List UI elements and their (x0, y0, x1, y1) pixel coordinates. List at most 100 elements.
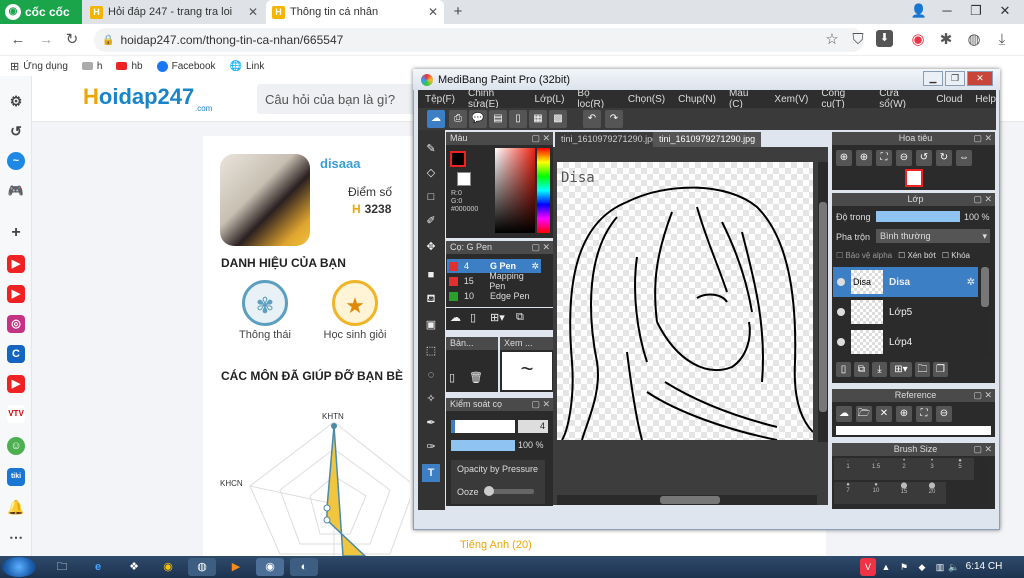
download-app-icon[interactable]: ⬇ (876, 30, 893, 47)
c-app-icon[interactable]: C (7, 345, 25, 363)
flip-icon[interactable]: ⇔ (956, 150, 972, 166)
brush-size-cell[interactable]: ● 5 (946, 458, 974, 480)
add-layer-menu-icon[interactable]: ⊞▾ (890, 362, 912, 377)
new-file-icon[interactable]: ⎙ (449, 110, 467, 128)
menu-color[interactable]: Màu (C) (729, 88, 761, 110)
menu-snap[interactable]: Chụp(N) (678, 94, 716, 105)
rotate-right-icon[interactable]: ↻ (936, 150, 952, 166)
youtube-icon[interactable]: ▶ (7, 255, 25, 273)
comment-icon[interactable]: ▤ (489, 110, 507, 128)
panel-close-icon[interactable]: ▢ ✕ (531, 398, 550, 411)
visibility-eye-icon[interactable] (837, 338, 845, 346)
profile-icon[interactable]: 👤 (904, 0, 934, 22)
select-pen-tool-icon[interactable]: ✒ (422, 414, 440, 432)
brush-cloud-icon[interactable]: ☁ (450, 311, 466, 327)
saturation-picker[interactable] (495, 148, 535, 233)
bookmark-h[interactable]: h (81, 61, 102, 72)
brush-size-cell[interactable]: · 1 (834, 458, 862, 480)
menu-window[interactable]: Cửa sổ(W) (879, 88, 923, 110)
ooze-slider[interactable] (484, 486, 534, 496)
more-icon[interactable]: ⋯ (7, 528, 25, 546)
lock-checkbox[interactable]: ☐ Khóa (942, 251, 970, 260)
eraser-tool-icon[interactable]: ◇ (422, 164, 440, 182)
tile-icon[interactable]: ▩ (549, 110, 567, 128)
taskbar-chrome-icon[interactable]: ◉ (154, 558, 182, 576)
back-icon[interactable]: ← (8, 30, 28, 50)
canvas-hscroll-thumb[interactable] (660, 496, 720, 504)
panel-close-icon[interactable]: ▢ ✕ (973, 193, 992, 206)
cloud-icon[interactable]: ☁ (836, 406, 852, 422)
grid-icon[interactable]: ▦ (529, 110, 547, 128)
taskbar-explorer-icon[interactable]: 🗀 (48, 558, 76, 576)
brush-copy-icon[interactable]: ⧉ (516, 311, 532, 327)
chat-icon[interactable]: 💬 (469, 110, 487, 128)
gradient-tool-icon[interactable]: ▣ (422, 316, 440, 334)
brush-add-menu-icon[interactable]: ⊞▾ (490, 311, 512, 327)
visibility-eye-icon[interactable] (837, 308, 845, 316)
taskbar-clock[interactable]: 6:14 CH (960, 559, 1008, 575)
hue-slider[interactable] (537, 148, 550, 233)
bookmark-facebook[interactable]: Facebook (156, 60, 216, 72)
taskbar-browser-active-icon[interactable]: ◉ (256, 558, 284, 576)
copy-layer-icon[interactable]: ❐ (933, 362, 948, 377)
subject-english[interactable]: Tiếng Anh (20) (460, 539, 532, 551)
windows-start-button[interactable] (2, 557, 36, 577)
menu-edit[interactable]: Chỉnh sửa(E) (468, 88, 522, 110)
ooze-handle[interactable] (484, 486, 494, 496)
menu-layer[interactable]: Lớp(L) (535, 94, 565, 105)
medibang-restore-button[interactable]: ❐ (945, 71, 965, 86)
close-tab-icon[interactable]: ✕ (428, 5, 438, 19)
zoom-in-icon[interactable]: ⊕ (836, 150, 852, 166)
protect-alpha-checkbox[interactable]: ☐ Bảo vệ alpha (836, 251, 892, 260)
forward-icon[interactable]: → (36, 30, 56, 50)
chat-icon[interactable]: ☺ (7, 437, 25, 455)
shield-icon[interactable]: ⛉ (848, 30, 868, 50)
layer-opacity-slider[interactable] (876, 211, 960, 222)
medibang-minimize-button[interactable]: ▁ (923, 71, 943, 86)
panel-close-icon[interactable]: ▢ ✕ (531, 241, 550, 254)
restore-button[interactable]: ❐ (961, 0, 991, 22)
question-search-input[interactable]: Câu hỏi của bạn là gì? (257, 84, 417, 114)
bookmark-link[interactable]: 🌐 Link (230, 61, 265, 72)
layer-row-lop5[interactable]: Lớp5 (833, 297, 978, 327)
minimize-button[interactable]: ─ (932, 0, 962, 22)
brush-size-cell[interactable]: · 1.5 (862, 458, 890, 480)
clipping-checkbox[interactable]: ☐ Xén bớt (898, 251, 936, 260)
youtube-icon[interactable]: ▶ (7, 285, 25, 303)
brush-size-cell[interactable]: ● 10 (862, 482, 890, 504)
brush-item-mapping-pen[interactable]: 15 Mapping Pen (447, 271, 541, 291)
vtv-icon[interactable]: VTV (7, 405, 25, 423)
brush-size-scrollbar[interactable] (980, 458, 990, 506)
canvas-tab[interactable]: tini_1610979271290.jpg (555, 132, 664, 147)
layer-row-disa[interactable]: Disa Disa ✲ (833, 267, 978, 297)
bookmark-hb[interactable]: hb (116, 61, 143, 72)
zoom-out-icon[interactable]: ⊖ (896, 150, 912, 166)
menu-tools[interactable]: Công cụ(T) (821, 88, 866, 110)
fit-icon[interactable]: ⛶ (876, 150, 892, 166)
tray-v-icon[interactable]: V (860, 558, 876, 576)
select-tool-icon[interactable]: ⬚ (422, 342, 440, 360)
menu-help[interactable]: Help (975, 94, 996, 105)
instagram-icon[interactable]: ◎ (7, 315, 25, 333)
panel-close-icon[interactable]: ▢ ✕ (973, 132, 992, 145)
lasso-tool-icon[interactable]: ◌ (422, 366, 440, 384)
brush-size-value[interactable]: 4 (518, 420, 548, 433)
bookmark-apps[interactable]: ⊞ Ứng dụng (10, 60, 68, 73)
history-icon[interactable]: ↺ (7, 122, 25, 140)
navigator-preview[interactable] (905, 169, 923, 187)
bucket-tool-icon[interactable]: ⛾ (422, 290, 440, 308)
extensions-icon[interactable]: ✱ (936, 30, 956, 50)
move-tool-icon[interactable]: ✥ (422, 238, 440, 256)
rotate-left-icon[interactable]: ↺ (916, 150, 932, 166)
tray-app-icon[interactable]: ◆ (914, 558, 930, 576)
account-icon[interactable]: ◍ (964, 30, 984, 50)
coccoc-extension-icon[interactable]: ◉ (908, 30, 928, 50)
rectangle-tool-icon[interactable]: □ (422, 188, 440, 206)
settings-gear-icon[interactable]: ⚙ (7, 92, 25, 110)
add-app-icon[interactable]: + (7, 224, 25, 242)
game-controller-icon[interactable]: 🎮 (7, 182, 25, 200)
notification-bell-icon[interactable]: 🔔 (7, 498, 25, 516)
taskbar-media-icon[interactable]: ▶ (222, 558, 250, 576)
url-field[interactable]: 🔒 hoidap247.com/thong-tin-ca-nhan/665547 (94, 28, 864, 52)
undo-icon[interactable]: ↶ (583, 110, 601, 128)
